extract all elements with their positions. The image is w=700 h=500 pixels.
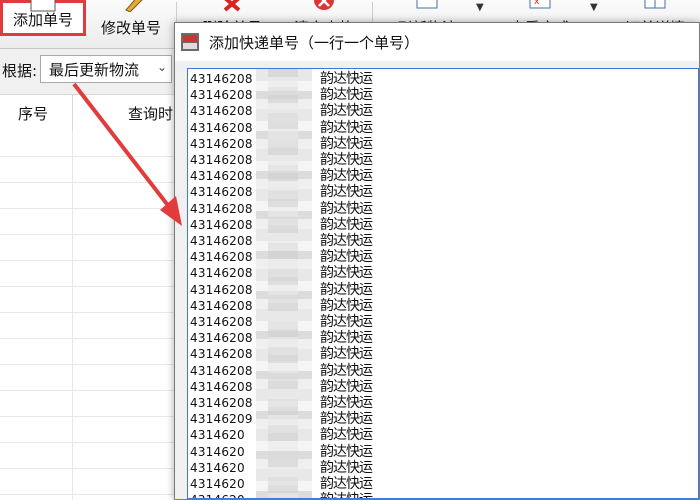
carrier-name: 韵达快运 xyxy=(320,168,373,185)
carrier-name: 韵达快运 xyxy=(320,492,373,498)
delete-icon xyxy=(217,0,247,16)
carrier-name: 韵达快运 xyxy=(320,378,373,395)
column-header-query-time[interactable]: 查询时 xyxy=(128,103,173,124)
row-gridline xyxy=(0,494,185,495)
carrier-name: 韵达快运 xyxy=(320,184,373,201)
refresh-dropdown-icon[interactable]: ▼ xyxy=(476,2,484,13)
svg-text:x: x xyxy=(534,0,540,7)
carrier-name: 韵达快运 xyxy=(320,216,373,233)
carrier-name: 韵达快运 xyxy=(320,281,373,298)
carrier-name: 韵达快运 xyxy=(320,249,373,266)
carrier-name: 韵达快运 xyxy=(320,119,373,136)
carrier-name: 韵达快运 xyxy=(320,265,373,282)
tracking-numbers-textarea[interactable]: 4314620 韵达快运 4314620 韵达快运 4314620 韵达快运 4314620… xyxy=(187,68,699,499)
row-gridline xyxy=(0,338,185,339)
filter-label: 根据: xyxy=(2,62,38,80)
row-gridline xyxy=(0,416,185,417)
column-header-seq[interactable]: 序号 xyxy=(18,103,48,124)
row-gridline xyxy=(0,286,185,287)
table-body xyxy=(0,131,185,500)
row-gridline xyxy=(0,364,185,365)
row-gridline xyxy=(0,390,185,391)
carrier-name: 韵达快运 xyxy=(320,152,373,168)
carrier-name: 韵达快运 xyxy=(320,330,373,347)
redaction-mosaic xyxy=(268,69,298,498)
column-gridline xyxy=(72,131,73,500)
carrier-name: 韵达快运 xyxy=(320,362,373,379)
row-gridline xyxy=(0,260,185,261)
sort-by-value: 最后更新物流 xyxy=(49,61,140,79)
sort-by-select[interactable]: 最后更新物流 ⌄ xyxy=(40,55,172,83)
row-gridline xyxy=(0,312,185,313)
add-tracking-label: 添加单号 xyxy=(12,11,73,29)
edit-tracking-label: 修改单号 xyxy=(100,19,161,37)
row-gridline xyxy=(0,468,185,469)
filter-row: 根据: 最后更新物流 ⌄ xyxy=(0,52,180,86)
row-gridline xyxy=(0,208,185,209)
chevron-down-icon: ⌄ xyxy=(156,60,167,74)
carrier-name: 韵达快运 xyxy=(320,411,373,428)
dialog-title: 添加快递单号（一行一个单号） xyxy=(209,34,420,52)
carrier-name: 韵达快运 xyxy=(320,346,373,363)
row-gridline xyxy=(0,182,185,183)
pencil-icon xyxy=(116,0,146,16)
add-tracking-button[interactable]: 添加单号 xyxy=(0,0,86,36)
clear-icon xyxy=(309,0,339,16)
column-divider xyxy=(72,95,73,131)
row-gridline xyxy=(0,156,185,157)
dialog-titlebar[interactable]: 添加快递单号（一行一个单号） xyxy=(175,23,699,61)
carrier-name: 韵达快运 xyxy=(320,314,373,330)
carrier-name: 韵达快运 xyxy=(320,233,373,249)
row-gridline xyxy=(0,442,185,443)
view-doc-icon: x xyxy=(525,0,555,16)
carrier-name: 韵达快运 xyxy=(320,427,373,444)
carrier-name: 韵达快运 xyxy=(320,135,373,152)
carrier-name: 韵达快运 xyxy=(320,443,373,460)
edit-tracking-button[interactable]: 修改单号 xyxy=(94,0,168,46)
carrier-name: 韵达快运 xyxy=(320,87,373,104)
carrier-name: 韵达快运 xyxy=(320,71,373,87)
table-header: 序号 查询时 xyxy=(0,94,185,132)
carrier-name: 韵达快运 xyxy=(320,200,373,217)
refresh-doc-icon xyxy=(412,0,442,16)
row-gridline xyxy=(0,234,185,235)
carrier-name: 韵达快运 xyxy=(320,476,373,492)
view-dropdown-icon[interactable]: ▼ xyxy=(590,2,598,13)
detail-doc-icon xyxy=(640,0,670,16)
carrier-name: 韵达快运 xyxy=(320,459,373,476)
carrier-name: 韵达快运 xyxy=(320,297,373,314)
carrier-name: 韵达快运 xyxy=(320,395,373,411)
carrier-name: 韵达快运 xyxy=(320,103,373,120)
add-tracking-dialog: 添加快递单号（一行一个单号） 4314620 韵达快运 4314620 韵达快运 431… xyxy=(174,22,700,500)
app-icon xyxy=(181,33,199,51)
